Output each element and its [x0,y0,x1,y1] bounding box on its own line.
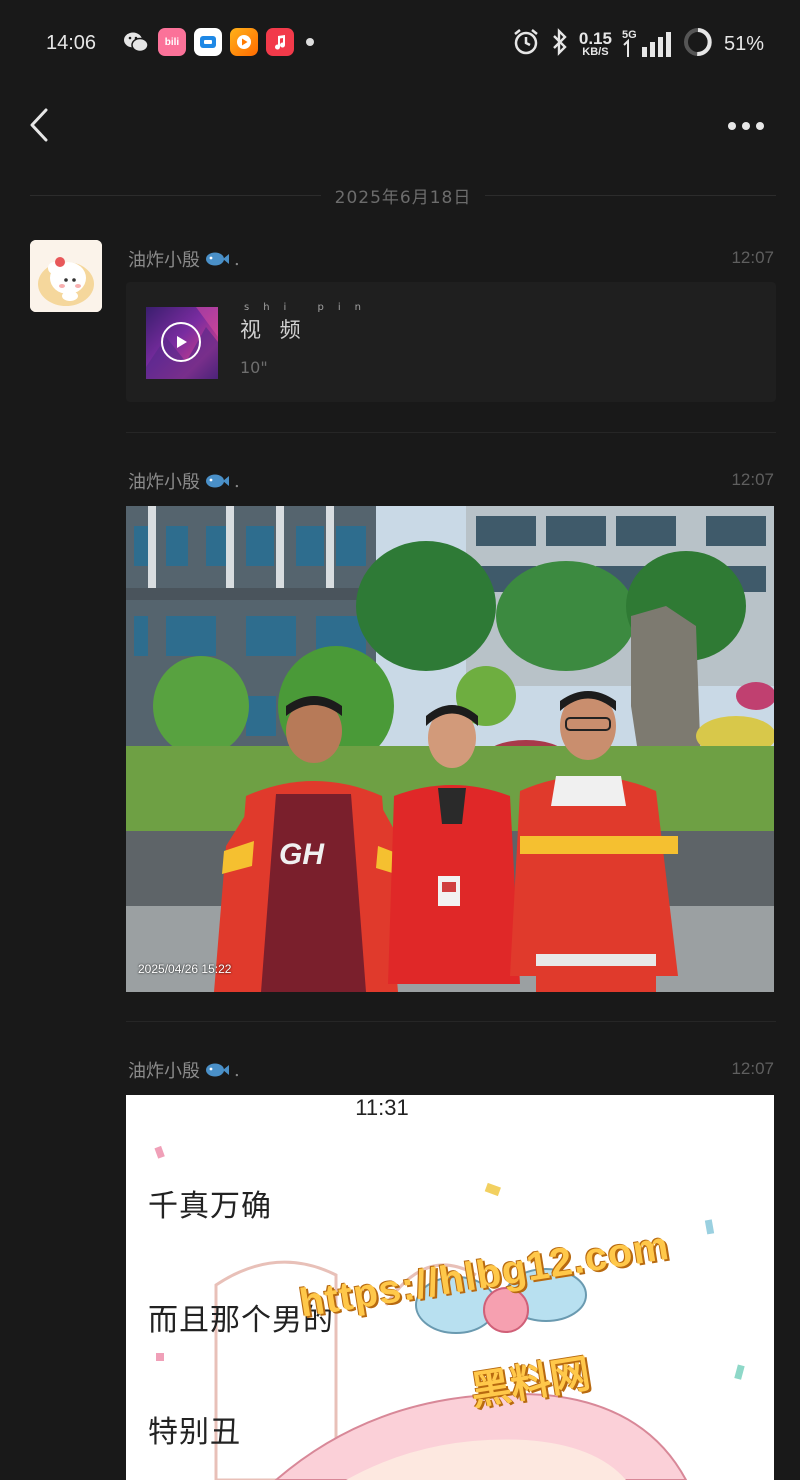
sender-suffix: . [234,1059,240,1081]
video-title: 视 频 [240,318,307,342]
chat-history-page: 14:06 bili 0.15 KB/S 5G 51% 2025年6月18日 油… [0,0,800,1480]
sender-suffix: . [234,470,240,492]
photo-timestamp: 2025/04/26 15:22 [138,962,232,976]
message-header: 油炸小殷 . 12:07 [128,466,774,498]
network-speed-unit: KB/S [582,46,609,58]
image-text-line: 千真万确 [148,1189,272,1224]
more-horizontal-icon [720,122,776,148]
status-right: 0.15 KB/S 5G 51% [511,26,764,62]
video-title-pinyin: shi pin [244,302,375,313]
network-speed: 0.15 KB/S [579,30,612,58]
status-app-icons: bili [122,28,314,56]
sender-name-text: 油炸小殷 [128,250,200,271]
image-clock: 11:31 [355,1095,409,1120]
battery-percent: 51% [723,32,764,55]
divider-line [30,194,321,196]
wechat-icon [122,28,150,56]
sender-suffix: . [234,248,240,270]
sender-name-text: 油炸小殷 [128,472,200,493]
back-button[interactable] [24,104,64,148]
message-separator [126,1021,776,1022]
bilibili-icon: bili [158,28,186,56]
battery-ring-icon [682,26,714,62]
message-time: 12:07 [731,248,774,267]
fish-emoji-icon [204,472,230,490]
image-text-line: 特别丑 [148,1415,241,1450]
status-bar: 14:06 bili 0.15 KB/S 5G 51% [0,0,800,88]
signal-5g-icon: 5G [622,29,672,59]
fish-emoji-icon [204,1061,230,1079]
message-header: 油炸小殷 . 12:07 [128,1055,774,1087]
message-separator [126,432,776,433]
video-thumbnail[interactable] [146,307,218,379]
divider-line [485,194,776,196]
message-time: 12:07 [731,1059,774,1078]
alarm-icon [511,27,541,61]
date-divider: 2025年6月18日 [30,180,776,210]
notification-dot [306,38,314,46]
photo-message[interactable]: GH 2025/04/26 15:22 [126,506,774,992]
fish-emoji-icon [204,250,230,268]
avatar[interactable] [30,240,102,312]
bluetooth-icon [551,28,569,60]
more-options-button[interactable] [720,108,776,144]
sender-name: 油炸小殷 . [128,468,240,494]
music-icon [266,28,294,56]
network-speed-value: 0.15 [578,29,612,48]
sender-name: 油炸小殷 . [128,1057,240,1083]
status-time: 14:06 [46,32,97,54]
sender-name: 油炸小殷 . [128,246,240,272]
group-photo [126,506,774,992]
video-app-icon [230,28,258,56]
message-header: 油炸小殷 . 12:07 [128,244,774,276]
video-message-card[interactable]: shi pin 视 频 10" [126,282,776,402]
shirt-print: GH [279,838,324,871]
message-time: 12:07 [731,470,774,489]
chevron-left-icon [24,108,64,152]
play-icon[interactable] [161,322,201,362]
app-blue-icon [194,28,222,56]
sender-name-text: 油炸小殷 [128,1061,200,1082]
video-duration: 10" [240,358,268,377]
date-label: 2025年6月18日 [334,187,472,208]
